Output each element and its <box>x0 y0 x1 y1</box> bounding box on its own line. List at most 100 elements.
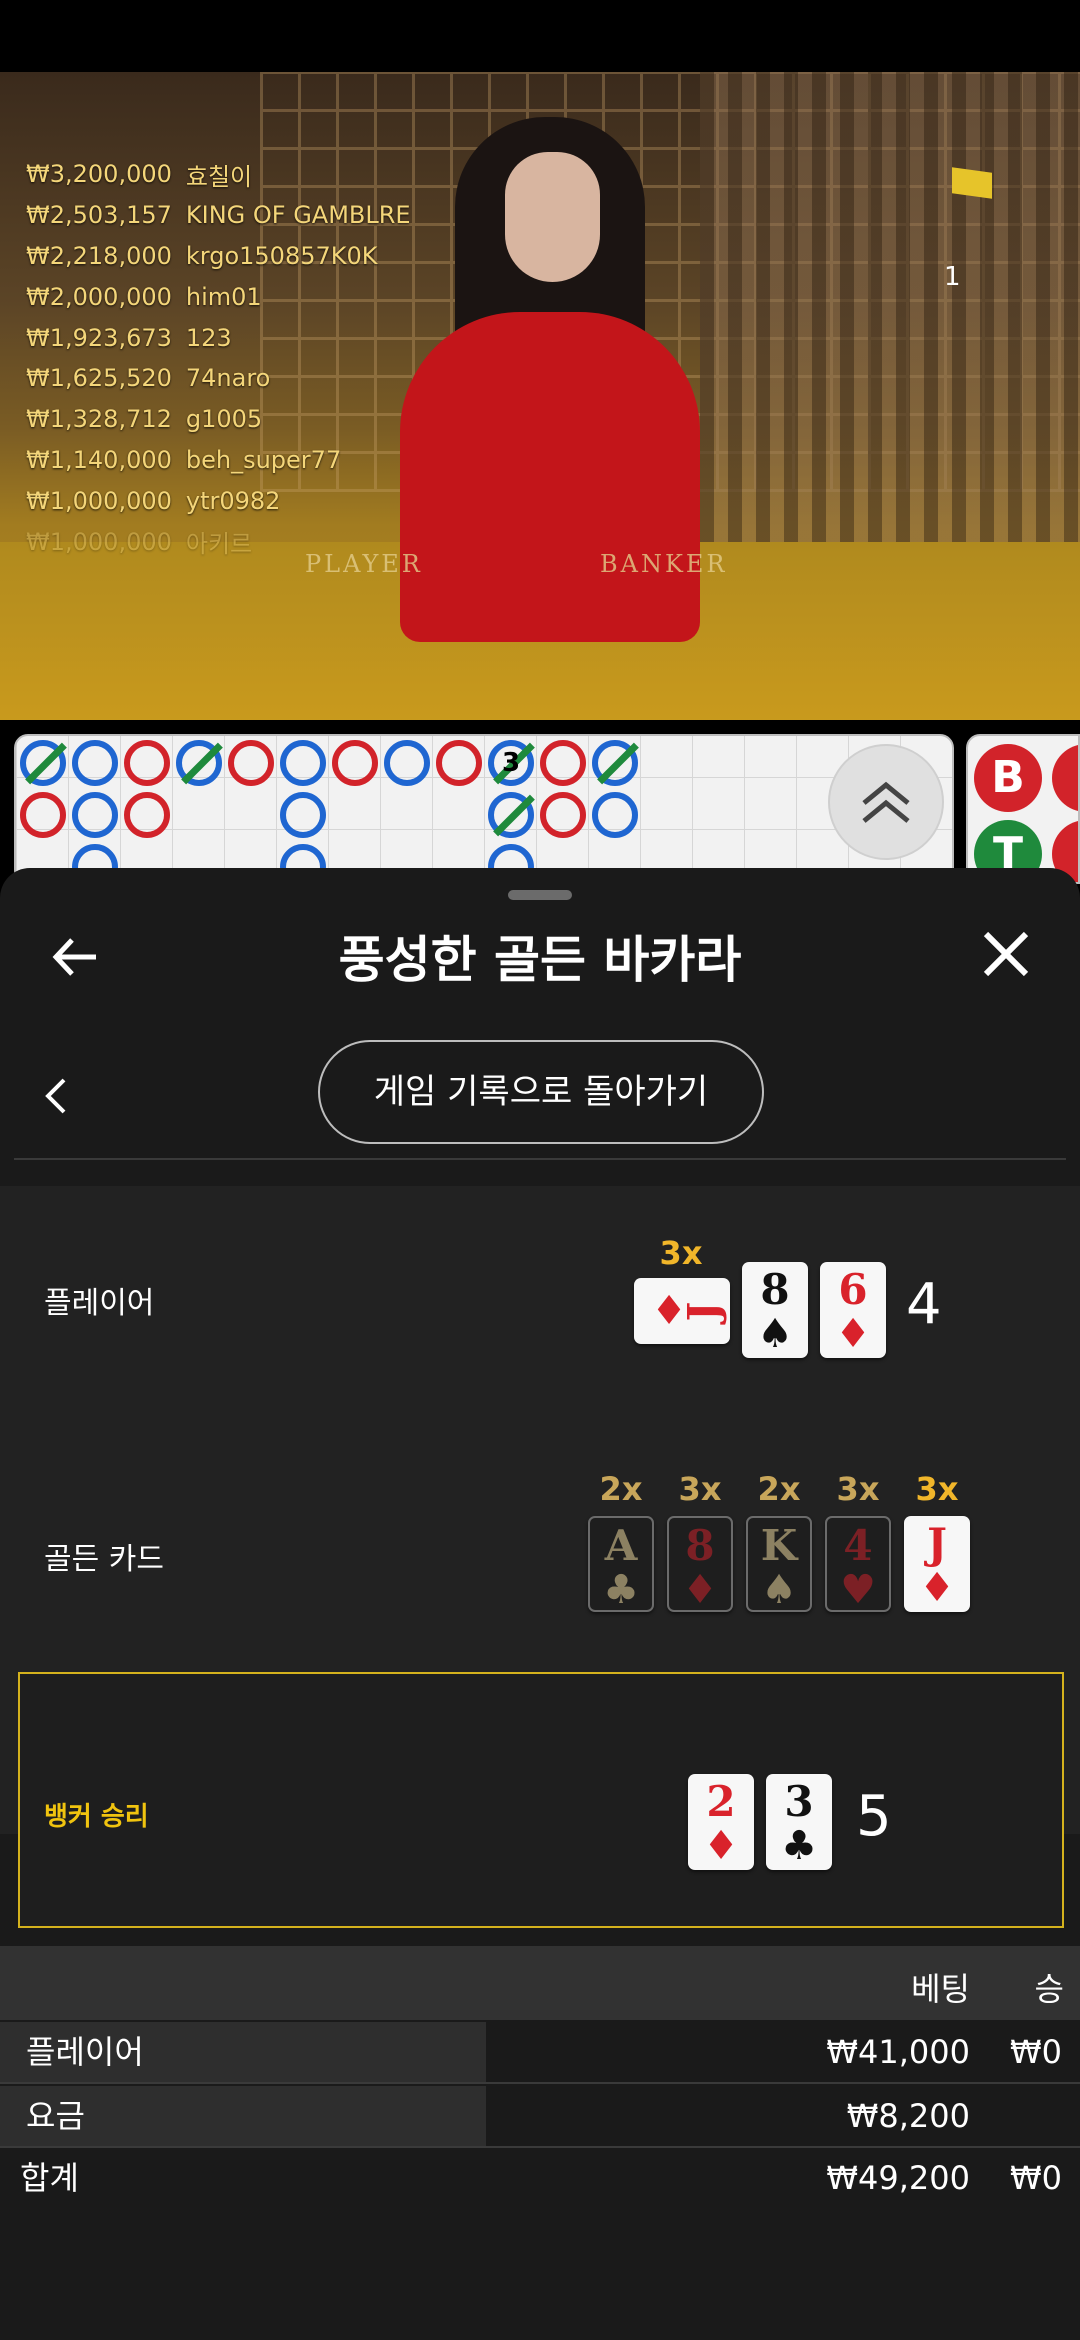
golden-card: K ♠ <box>746 1516 812 1612</box>
bead-banker <box>124 740 170 786</box>
bead-player <box>592 792 638 838</box>
golden-card: A ♣ <box>588 1516 654 1612</box>
leader-name: 123 <box>185 323 232 352</box>
golden-cards-label: 골든 카드 <box>44 1542 164 1577</box>
bead-player <box>20 740 67 786</box>
double-chevron-up-icon <box>862 781 910 823</box>
bead-banker <box>540 740 586 786</box>
leader-amount: ₩2,218,000 <box>26 241 172 270</box>
banker-win-label: 뱅커 승리 <box>44 1802 149 1832</box>
bead-player <box>592 740 639 786</box>
leaderboard-entry: ₩3,200,000 효칠이 <box>26 154 411 195</box>
leader-name: KING OF GAMBLRE <box>185 201 411 230</box>
bead-roadmap[interactable]: 3 <box>14 734 954 884</box>
total-win: ₩0 <box>1010 2159 1062 2197</box>
bead-player <box>280 740 326 786</box>
bead-number: 3 <box>501 748 521 778</box>
winners-leaderboard: ₩3,200,000 효칠이 ₩2,503,157 KING OF GAMBLRE … <box>26 154 411 562</box>
sheet-title: 풍성한 골든 바카라 <box>338 931 742 989</box>
leader-amount: ₩1,625,520 <box>26 364 172 393</box>
golden-multiplier: 3x <box>915 1470 959 1508</box>
bead-banker <box>20 792 66 838</box>
flag-icon <box>952 167 992 199</box>
bead-banker <box>332 740 378 786</box>
player-card-3: 6 ♦ <box>820 1262 886 1358</box>
row-bet: ₩8,200 <box>846 2097 970 2135</box>
banker-button[interactable]: B <box>974 744 1042 812</box>
bead-player <box>488 792 535 838</box>
bead-player <box>384 740 430 786</box>
bead-player <box>280 792 326 838</box>
leader-name: 효칠이 <box>185 162 253 191</box>
leaderboard-entry: ₩1,000,000 ytr0982 <box>26 480 411 521</box>
leader-amount: ₩3,200,000 <box>26 160 172 189</box>
dealer-body <box>400 312 700 642</box>
leaderboard-entry: ₩2,218,000 krgo150857K0K <box>26 236 411 277</box>
result-shortcuts: B T <box>966 734 1080 884</box>
bead-player <box>72 792 118 838</box>
bead-banker <box>540 792 586 838</box>
row-win: ₩0 <box>1010 2033 1062 2071</box>
back-to-history-button[interactable]: 게임 기록으로 돌아가기 <box>318 1040 764 1144</box>
expand-roadmap-button[interactable] <box>828 744 944 860</box>
bead-banker <box>228 740 274 786</box>
player-card-1: ♦ J <box>634 1278 730 1344</box>
golden-card-highlighted: J ♦ <box>904 1516 970 1612</box>
leaderboard-entry: ₩1,923,673 123 <box>26 317 411 358</box>
table-row: 플레이어 ₩41,000 ₩0 <box>0 2022 1080 2084</box>
golden-multiplier: 2x <box>757 1470 801 1508</box>
bets-table-header: 베팅 승 <box>0 1946 1080 2020</box>
table-total-row: 합계 ₩49,200 ₩0 <box>0 2148 1080 2210</box>
banker-total: 5 <box>856 1784 892 1849</box>
banker-button-partial[interactable] <box>1052 744 1078 812</box>
leader-amount: ₩1,000,000 <box>26 486 172 515</box>
player-card-multiplier: 3x <box>659 1234 703 1272</box>
row-bet: ₩41,000 <box>826 2033 970 2071</box>
player-label: 플레이어 <box>44 1286 155 1321</box>
leaderboard-entry: ₩1,328,712 g1005 <box>26 399 411 440</box>
golden-card: 4 ♥ <box>825 1516 891 1612</box>
leaderboard-entry: ₩1,625,520 74naro <box>26 358 411 399</box>
player-card-2: 8 ♠ <box>742 1262 808 1358</box>
bead-banker <box>124 792 170 838</box>
golden-multiplier: 3x <box>836 1470 880 1508</box>
leader-amount: ₩1,140,000 <box>26 445 172 474</box>
leader-amount: ₩2,000,000 <box>26 282 172 311</box>
column-win: 승 <box>1034 1970 1064 2008</box>
leader-amount: ₩1,328,712 <box>26 405 172 434</box>
bead-banker <box>436 740 482 786</box>
table-label-banker: BANKER <box>600 550 728 578</box>
golden-card: 8 ♦ <box>667 1516 733 1612</box>
leaderboard-entry: ₩1,000,000 아키르 <box>26 521 411 562</box>
leaderboard-entry: ₩2,000,000 him01 <box>26 276 411 317</box>
golden-multiplier: 2x <box>599 1470 643 1508</box>
leader-amount: ₩2,503,157 <box>26 201 172 230</box>
round-number: 1 <box>944 262 961 292</box>
leader-name: ytr0982 <box>185 486 281 515</box>
player-total: 4 <box>906 1272 942 1337</box>
banker-card-1: 2 ♦ <box>688 1774 754 1870</box>
row-label: 플레이어 <box>0 2022 486 2082</box>
table-row: 요금 ₩8,200 <box>0 2086 1080 2148</box>
leader-name: krgo150857K0K <box>185 241 378 270</box>
close-icon[interactable] <box>982 930 1030 978</box>
live-video-stream: PLAYER BANKER 1 ₩3,200,000 효칠이 ₩2,503,157… <box>0 72 1080 720</box>
chevron-left-icon[interactable] <box>44 1076 68 1116</box>
dealer-face <box>505 152 600 282</box>
banker-win-highlight <box>18 1672 1064 1928</box>
total-label: 합계 <box>20 2159 79 2197</box>
drag-handle[interactable] <box>508 890 572 900</box>
leader-name: 아키르 <box>185 530 253 559</box>
leader-name: 74naro <box>185 364 271 393</box>
bead-player <box>176 740 223 786</box>
leader-amount: ₩1,000,000 <box>26 527 172 556</box>
total-bet: ₩49,200 <box>826 2159 970 2197</box>
leader-name: beh_super77 <box>185 445 342 474</box>
column-bet: 베팅 <box>911 1970 970 2008</box>
leaderboard-entry: ₩2,503,157 KING OF GAMBLRE <box>26 195 411 236</box>
golden-multiplier: 3x <box>678 1470 722 1508</box>
leaderboard-entry: ₩1,140,000 beh_super77 <box>26 440 411 481</box>
bead-player: 3 <box>488 740 535 786</box>
leader-name: g1005 <box>185 405 263 434</box>
leader-amount: ₩1,923,673 <box>26 323 172 352</box>
